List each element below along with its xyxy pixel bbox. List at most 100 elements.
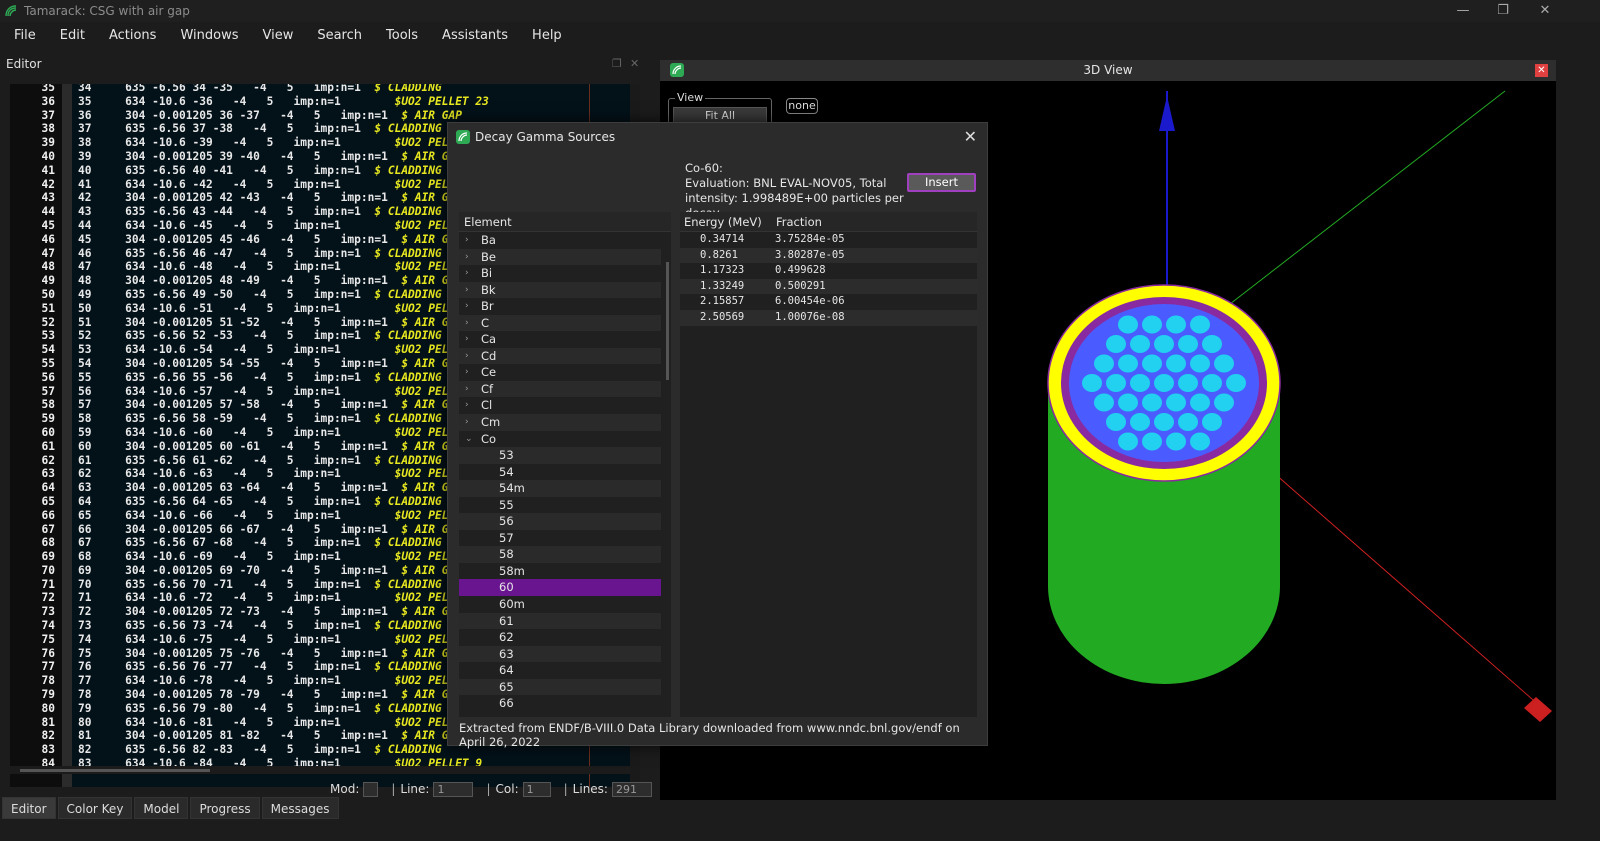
fuel-pellet	[1190, 315, 1210, 334]
table-row[interactable]: 2.50569 1.00076e-08	[680, 309, 977, 326]
tree-item-bi[interactable]: › Bi	[459, 265, 661, 282]
menu-edit[interactable]: Edit	[48, 24, 97, 48]
tab-model[interactable]: Model	[134, 797, 189, 819]
tree-item-co-56[interactable]: 56	[459, 513, 661, 530]
code-text: 60 304 -0.001205 60 -61 -4 5 imp:n=1 $ A…	[78, 440, 462, 454]
chevron-right-icon[interactable]: ›	[465, 381, 469, 398]
tree-item-co-60m[interactable]: 60m	[459, 596, 661, 613]
editor-status-bar: Mod: | Line: 1 | Col: 1 | Lines: 291	[330, 780, 660, 798]
table-row[interactable]: 2.15857 6.00454e-06	[680, 294, 977, 310]
y-axis-line	[1207, 90, 1506, 322]
tab-color-key[interactable]: Color Key	[57, 797, 133, 819]
code-statement: 44 634 -10.6 -45 -4 5 imp:n=1	[78, 218, 395, 232]
tree-item-be[interactable]: › Be	[459, 248, 661, 266]
maximize-button[interactable]: ❐	[1483, 0, 1523, 22]
tree-item-cd[interactable]: › Cd	[459, 347, 661, 365]
tree-item-co-66[interactable]: 66	[459, 695, 661, 712]
element-column-header[interactable]: Element	[459, 212, 671, 232]
tree-item-co-61[interactable]: 61	[459, 612, 661, 630]
tree-item-cm[interactable]: › Cm	[459, 414, 661, 431]
line-field[interactable]: 1	[433, 781, 474, 797]
float-panel-icon[interactable]: ❐	[612, 54, 622, 74]
code-statement: 63 304 -0.001205 63 -64 -4 5 imp:n=1	[78, 481, 402, 495]
tree-item-br[interactable]: › Br	[459, 298, 661, 315]
fuel-pellet	[1166, 315, 1186, 334]
chevron-right-icon[interactable]: ›	[465, 364, 469, 381]
minimize-button[interactable]: —	[1443, 0, 1483, 22]
menu-view[interactable]: View	[250, 24, 305, 48]
table-row[interactable]: 0.8261 3.80287e-05	[680, 247, 977, 264]
insert-button[interactable]: Insert	[907, 173, 976, 192]
scroll-thumb[interactable]	[20, 769, 210, 772]
element-tree[interactable]: Element › Ba › Be › Bi › Bk › Br › C › Ca › Cd › Ce › Cf › Cl…	[459, 212, 671, 717]
none-button[interactable]: none	[786, 98, 818, 114]
menu-tools[interactable]: Tools	[374, 24, 430, 48]
chevron-right-icon[interactable]: ›	[465, 315, 469, 332]
chevron-right-icon[interactable]: ›	[465, 348, 469, 365]
tree-item-co-63[interactable]: 63	[459, 645, 661, 663]
dialog-title: Decay Gamma Sources	[475, 130, 616, 144]
tree-item-co-64[interactable]: 64	[459, 662, 661, 679]
app-logo-icon	[5, 5, 17, 17]
tree-item-ba[interactable]: › Ba	[459, 232, 661, 249]
chevron-down-icon[interactable]: ⌄	[465, 431, 473, 448]
col-field[interactable]: 1	[522, 781, 551, 797]
tab-editor[interactable]: Editor	[2, 797, 56, 819]
tab-messages[interactable]: Messages	[261, 797, 339, 819]
fuel-pellet	[1190, 354, 1210, 373]
code-statement: 70 635 -6.56 70 -71 -4 5 imp:n=1	[78, 577, 375, 591]
fraction-cell: 3.80287e-05	[775, 248, 845, 261]
tree-item-co-55[interactable]: 55	[459, 497, 661, 514]
chevron-right-icon[interactable]: ›	[465, 265, 469, 282]
tree-item-co-58m[interactable]: 58m	[459, 563, 661, 580]
tree-item-co-54[interactable]: 54	[459, 464, 661, 481]
tree-item-cf[interactable]: › Cf	[459, 380, 661, 398]
table-row[interactable]: 1.17323 0.499628	[680, 263, 977, 279]
line-number: 71	[41, 577, 55, 591]
tree-item-c[interactable]: › C	[459, 314, 661, 332]
line-number: 49	[41, 274, 55, 288]
energy-column-header[interactable]: Energy (MeV)	[684, 212, 762, 232]
menu-actions[interactable]: Actions	[97, 24, 169, 48]
code-statement: 57 304 -0.001205 57 -58 -4 5 imp:n=1	[78, 398, 402, 412]
chevron-right-icon[interactable]: ›	[465, 282, 469, 299]
menu-windows[interactable]: Windows	[168, 24, 250, 48]
close-view3d-icon[interactable]: ✕	[1535, 64, 1548, 77]
table-row[interactable]: 0.34714 3.75284e-05	[680, 232, 977, 248]
close-dialog-icon[interactable]: ✕	[964, 123, 977, 151]
tree-item-co-54m[interactable]: 54m	[459, 480, 661, 497]
line-number: 40	[41, 149, 55, 163]
chevron-right-icon[interactable]: ›	[465, 249, 469, 266]
chevron-right-icon[interactable]: ›	[465, 414, 469, 431]
fraction-column-header[interactable]: Fraction	[776, 212, 822, 232]
menu-help[interactable]: Help	[520, 24, 574, 48]
tree-item-bk[interactable]: › Bk	[459, 281, 661, 299]
tree-item-cl[interactable]: › Cl	[459, 397, 661, 414]
chevron-right-icon[interactable]: ›	[465, 331, 469, 348]
tree-item-ca[interactable]: › Ca	[459, 331, 661, 348]
tree-item-co-65[interactable]: 65	[459, 678, 661, 696]
chevron-right-icon[interactable]: ›	[465, 232, 469, 249]
chevron-right-icon[interactable]: ›	[465, 397, 469, 414]
evaluation-text: Evaluation: BNL EVAL-NOV05, Total	[685, 176, 887, 190]
table-row[interactable]: 1.33249 0.500291	[680, 278, 977, 295]
tree-item-ce[interactable]: › Ce	[459, 364, 661, 381]
tree-item-co-57[interactable]: 57	[459, 530, 661, 547]
tree-item-co-53[interactable]: 53	[459, 447, 661, 464]
fuel-pellet	[1190, 393, 1210, 412]
horizontal-scrollbar[interactable]	[10, 766, 630, 774]
line-number: 35	[41, 84, 55, 94]
tab-progress[interactable]: Progress	[190, 797, 260, 819]
tree-item-co-62[interactable]: 62	[459, 629, 661, 646]
tree-item-co[interactable]: ⌄ Co	[459, 431, 661, 448]
menu-file[interactable]: File	[0, 24, 48, 48]
tree-item-co-58[interactable]: 58	[459, 546, 661, 563]
menu-assistants[interactable]: Assistants	[430, 24, 520, 48]
menu-search[interactable]: Search	[305, 24, 374, 48]
close-panel-icon[interactable]: ✕	[630, 54, 639, 74]
tree-scrollbar[interactable]	[666, 262, 669, 380]
chevron-right-icon[interactable]: ›	[465, 298, 469, 315]
code-statement: 81 304 -0.001205 81 -82 -4 5 imp:n=1	[78, 729, 402, 743]
tree-item-co-60[interactable]: 60	[459, 579, 661, 597]
close-window-button[interactable]: ✕	[1525, 0, 1565, 22]
